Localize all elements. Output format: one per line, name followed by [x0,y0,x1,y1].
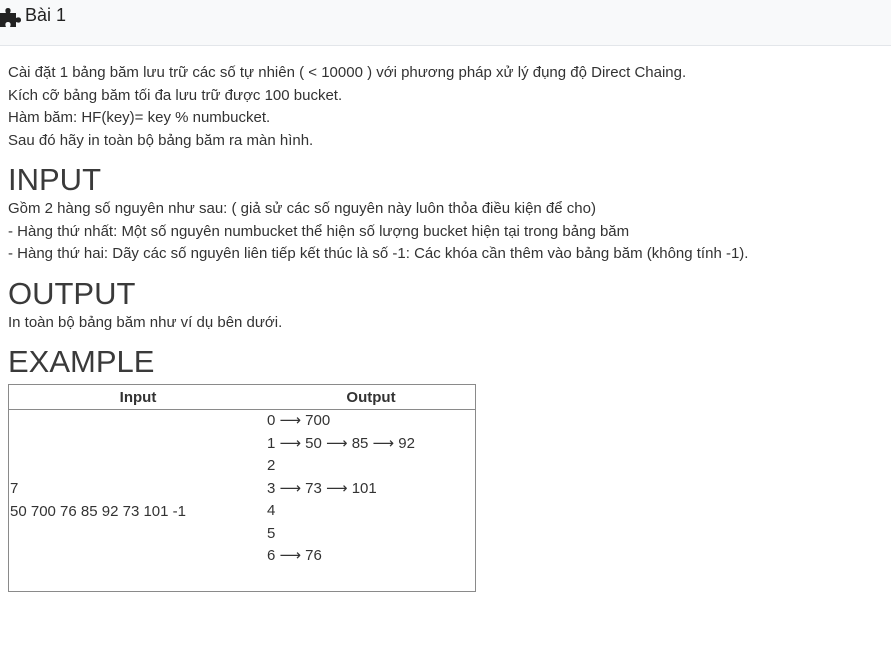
example-input-cell: 7 50 700 76 85 92 73 101 -1 [9,410,268,592]
table-header-row: Input Output [8,384,476,410]
description-line: Sau đó hãy in toàn bộ bảng băm ra màn hì… [8,131,314,149]
input-line: - Hàng thứ hai: Dãy các số nguyên liên t… [8,245,749,262]
example-output-cell: 0 ⟶ 700 1 ⟶ 50 ⟶ 85 ⟶ 92 2 3 ⟶ 73 ⟶ 101 … [267,410,476,592]
example-heading: EXAMPLE [8,344,155,379]
description-line: Hàm băm: HF(key)= key % numbucket. [8,109,271,126]
output-value-line: 2 [267,457,276,474]
input-heading: INPUT [8,162,101,197]
output-value-line: 5 [267,524,276,542]
output-value-line: 0 ⟶ 700 [267,412,331,429]
input-description: Gồm 2 hàng số nguyên như sau: ( giả sử c… [8,198,878,266]
description-line: Kích cỡ bảng băm tối đa lưu trữ được 100… [8,86,343,104]
page-title: Bài 1 [25,5,67,25]
output-value-line: 3 ⟶ 73 ⟶ 101 [267,479,377,497]
input-line: - Hàng thứ nhất: Một số nguyên numbucket… [8,222,630,240]
input-value-line: 7 [10,480,19,497]
puzzle-icon [0,8,21,27]
output-line: In toàn bộ bảng băm như ví dụ bên dưới. [8,313,283,331]
problem-description: Cài đặt 1 bảng băm lưu trữ các số tự nhi… [8,62,878,152]
example-table: Input Output 7 50 700 76 85 92 73 101 -1… [8,384,476,592]
output-description: In toàn bộ bảng băm như ví dụ bên dưới. [8,312,878,335]
output-heading: OUTPUT [8,275,136,311]
column-header-output: Output [267,384,476,410]
output-value-line: 1 ⟶ 50 ⟶ 85 ⟶ 92 [267,434,415,452]
output-value-line: 4 [267,502,276,519]
input-line: Gồm 2 hàng số nguyên như sau: ( giả sử c… [8,200,596,217]
table-row: 7 50 700 76 85 92 73 101 -1 0 ⟶ 700 1 ⟶ … [9,410,476,592]
description-line: Cài đặt 1 bảng băm lưu trữ các số tự nhi… [8,64,687,81]
input-value-line: 50 700 76 85 92 73 101 -1 [10,502,186,520]
output-value-line: 6 ⟶ 76 [267,547,322,564]
column-header-input: Input [8,384,267,410]
page-header: Bài 1 [0,0,891,46]
problem-content: Cài đặt 1 bảng băm lưu trữ các số tự nhi… [8,62,878,592]
